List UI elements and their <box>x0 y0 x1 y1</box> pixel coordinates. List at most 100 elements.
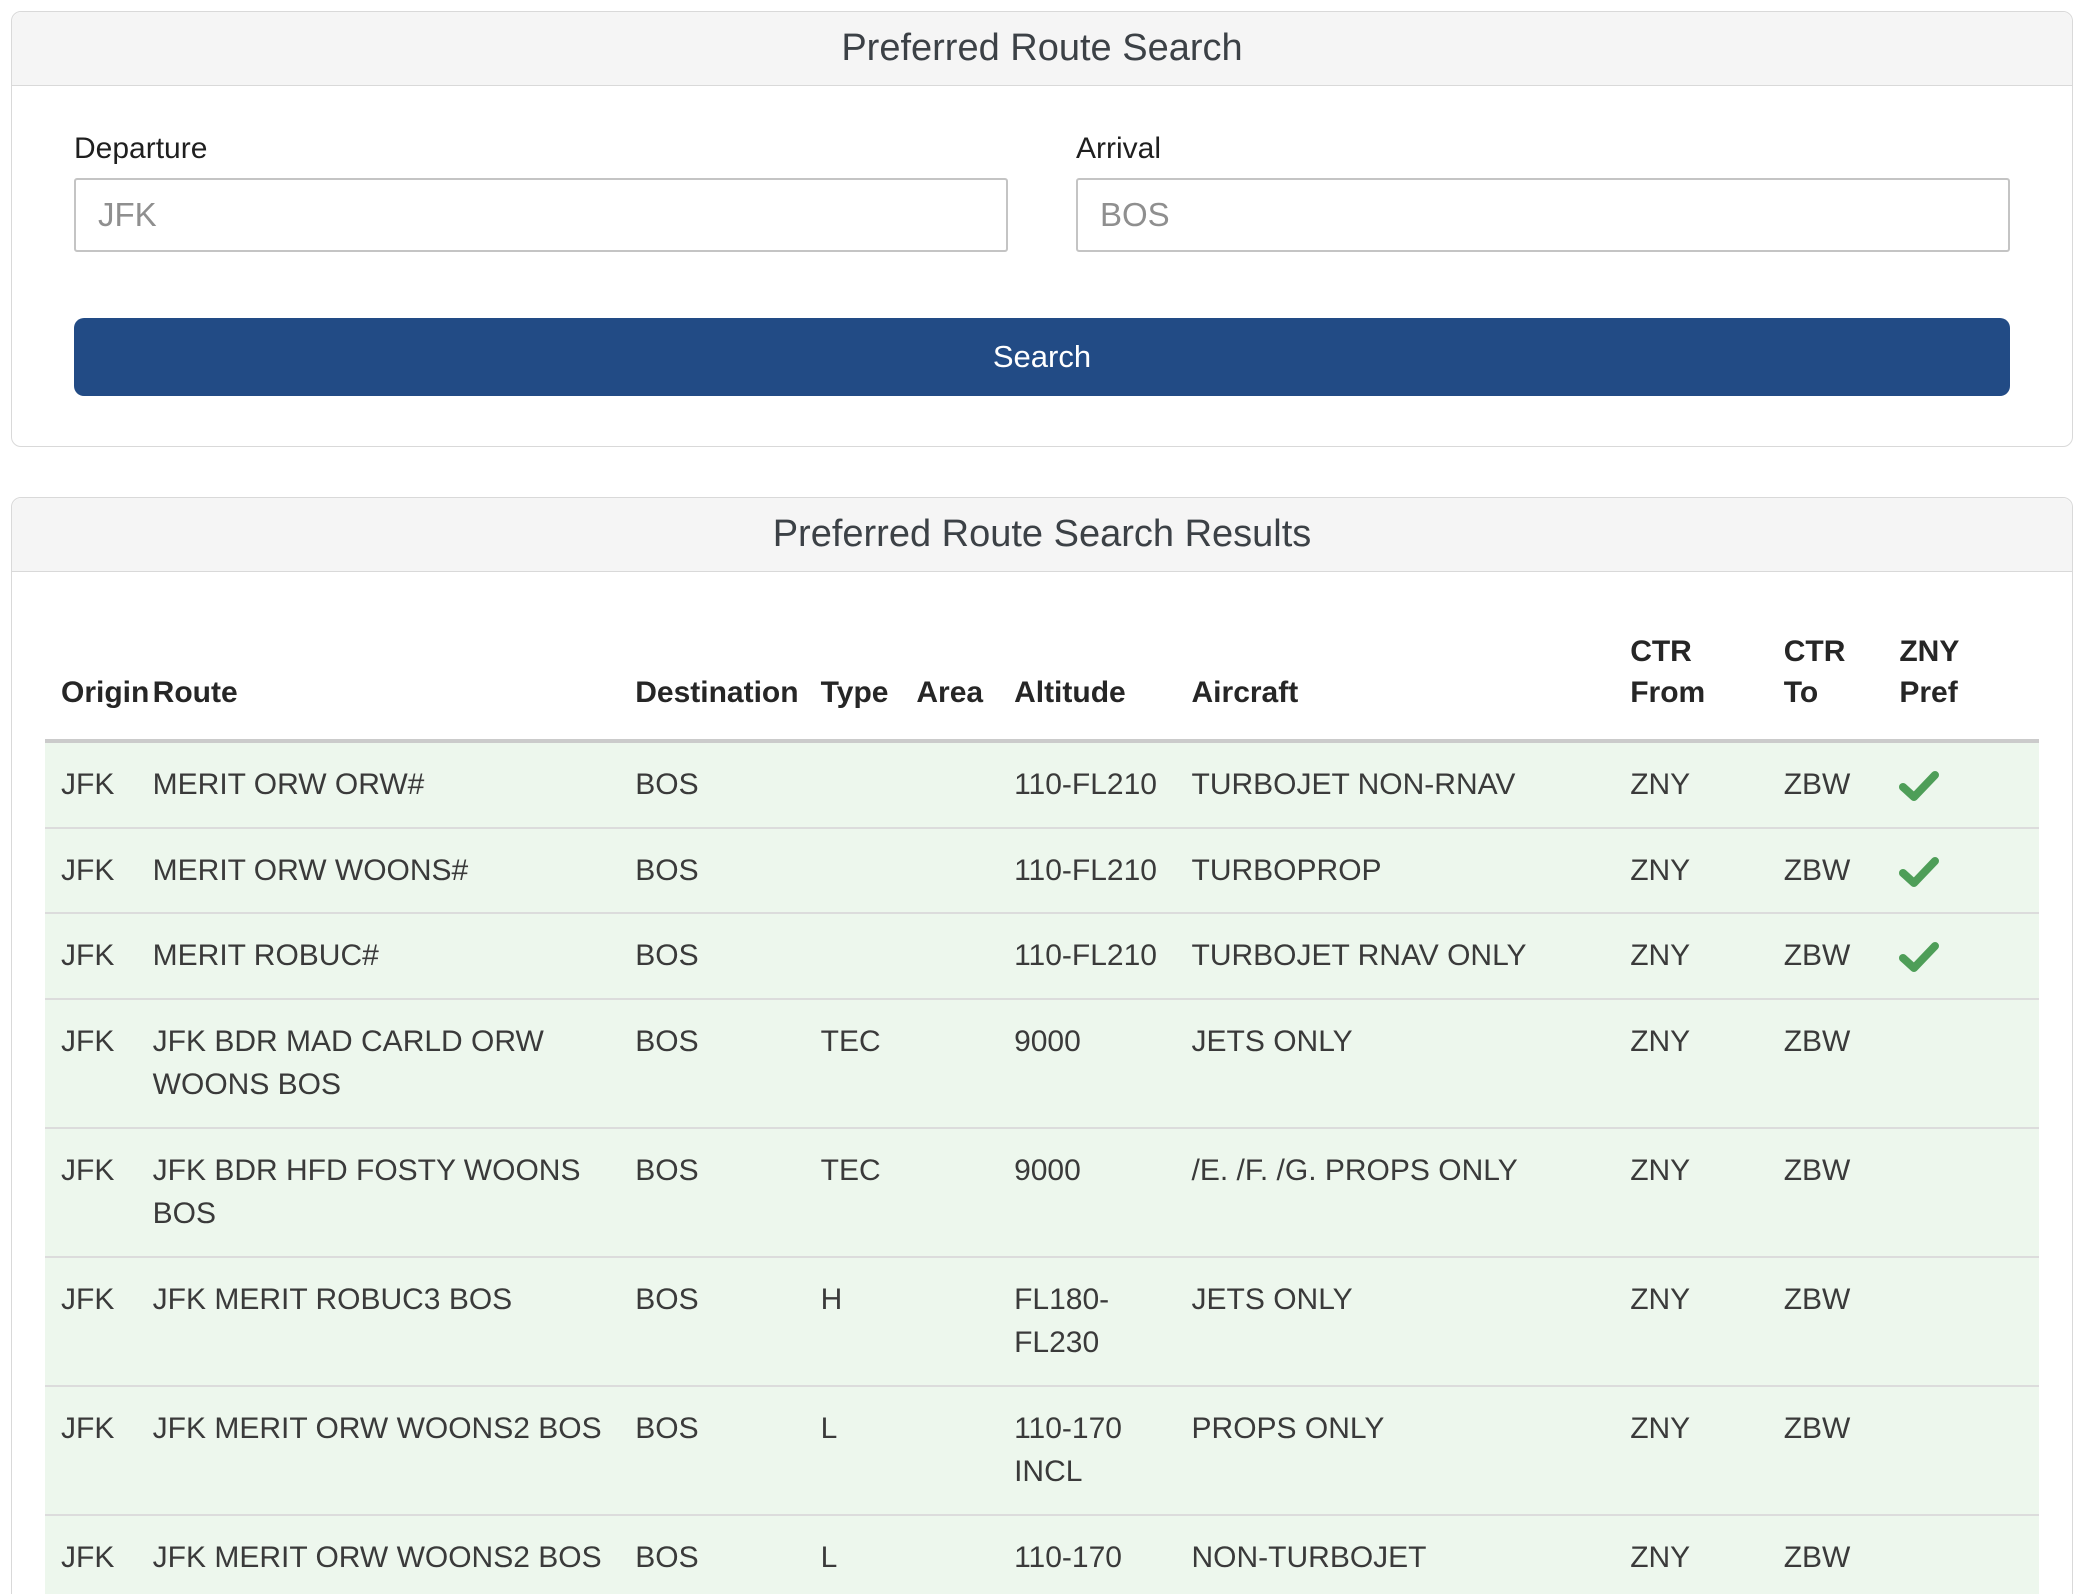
table-row: JFKJFK MERIT ORW WOONS2 BOSBOSL 110-170NO… <box>45 1515 2039 1594</box>
table-row: JFKMERIT ORW ORW#BOS 110-FL210TURBOJET NO… <box>45 741 2039 828</box>
cell-altitude: 110-170 INCL <box>1014 1386 1191 1515</box>
header-row: OriginRouteDestinationTypeAreaAltitudeAi… <box>45 582 2039 741</box>
cell-zny-pref <box>1899 828 2039 914</box>
cell-aircraft: TURBOPROP <box>1192 828 1631 914</box>
cell-ctr-to: ZBW <box>1784 741 1900 828</box>
cell-altitude: 110-FL210 <box>1014 828 1191 914</box>
search-panel: Preferred Route Search Departure Arrival… <box>11 11 2073 447</box>
table-row: JFKJFK BDR HFD FOSTY WOONS BOSBOSTEC9000… <box>45 1128 2039 1257</box>
cell-altitude: 110-FL210 <box>1014 741 1191 828</box>
cell-ctr-from: ZNY <box>1630 1386 1784 1515</box>
cell-ctr-to: ZBW <box>1784 1257 1900 1386</box>
cell-destination: BOS <box>635 828 820 914</box>
cell-origin: JFK <box>45 1515 153 1594</box>
cell-origin: JFK <box>45 913 153 999</box>
cell-destination: BOS <box>635 999 820 1128</box>
cell-altitude: FL180-FL230 <box>1014 1257 1191 1386</box>
cell-route: MERIT ORW WOONS# <box>153 828 636 914</box>
results-panel-title: Preferred Route Search Results <box>12 498 2072 572</box>
cell-zny-pref <box>1899 913 2039 999</box>
cell-ctr-to: ZBW <box>1784 1386 1900 1515</box>
search-form: Departure Arrival Search <box>12 86 2072 446</box>
departure-input[interactable] <box>74 178 1008 252</box>
cell-zny-pref <box>1899 999 2039 1128</box>
table-row: JFKJFK MERIT ORW WOONS2 BOSBOSL110-170 I… <box>45 1386 2039 1515</box>
cell-type: L <box>821 1515 917 1594</box>
cell-type <box>821 741 917 828</box>
cell-ctr-to: ZBW <box>1784 1515 1900 1594</box>
cell-area <box>916 741 1014 828</box>
cell-type: H <box>821 1257 917 1386</box>
arrival-field-group: Arrival <box>1076 132 2010 252</box>
cell-ctr-to: ZBW <box>1784 828 1900 914</box>
cell-destination: BOS <box>635 1257 820 1386</box>
results-panel: Preferred Route Search Results OriginRou… <box>11 497 2073 1594</box>
cell-destination: BOS <box>635 1128 820 1257</box>
cell-destination: BOS <box>635 1386 820 1515</box>
cell-ctr-from: ZNY <box>1630 828 1784 914</box>
cell-ctr-to: ZBW <box>1784 999 1900 1128</box>
check-icon <box>1899 941 1939 973</box>
results-table-body: JFKMERIT ORW ORW#BOS110-FL210TURBOJET NO… <box>45 741 2039 1594</box>
cell-altitude: 9000 <box>1014 999 1191 1128</box>
cell-aircraft: JETS ONLY <box>1192 999 1631 1128</box>
cell-altitude: 9000 <box>1014 1128 1191 1257</box>
cell-aircraft: TURBOJET NON-RNAV <box>1192 741 1631 828</box>
cell-area <box>916 999 1014 1128</box>
cell-route: MERIT ROBUC# <box>153 913 636 999</box>
cell-type: TEC <box>821 999 917 1128</box>
column-header-ctr-from: CTR From <box>1630 582 1784 741</box>
arrival-label: Arrival <box>1076 132 2010 166</box>
cell-zny-pref <box>1899 741 2039 828</box>
cell-aircraft: /E. /F. /G. PROPS ONLY <box>1192 1128 1631 1257</box>
cell-route: JFK BDR HFD FOSTY WOONS BOS <box>153 1128 636 1257</box>
cell-origin: JFK <box>45 828 153 914</box>
check-icon <box>1899 770 1939 802</box>
cell-altitude: 110-170 <box>1014 1515 1191 1594</box>
cell-origin: JFK <box>45 1128 153 1257</box>
column-header-destination: Destination <box>635 582 820 741</box>
cell-area <box>916 1128 1014 1257</box>
search-button[interactable]: Search <box>74 318 2010 396</box>
cell-destination: BOS <box>635 1515 820 1594</box>
cell-ctr-from: ZNY <box>1630 1515 1784 1594</box>
cell-aircraft: PROPS ONLY <box>1192 1386 1631 1515</box>
search-panel-title: Preferred Route Search <box>12 12 2072 86</box>
column-header-route: Route <box>153 582 636 741</box>
results-table: OriginRouteDestinationTypeAreaAltitudeAi… <box>45 582 2039 1594</box>
cell-destination: BOS <box>635 913 820 999</box>
cell-ctr-from: ZNY <box>1630 1128 1784 1257</box>
column-header-zny-pref: ZNY Pref <box>1899 582 2039 741</box>
arrival-input[interactable] <box>1076 178 2010 252</box>
cell-route: JFK MERIT ORW WOONS2 BOS <box>153 1515 636 1594</box>
cell-destination: BOS <box>635 741 820 828</box>
cell-area <box>916 1386 1014 1515</box>
cell-altitude: 110-FL210 <box>1014 913 1191 999</box>
cell-ctr-from: ZNY <box>1630 1257 1784 1386</box>
cell-zny-pref <box>1899 1128 2039 1257</box>
cell-area <box>916 828 1014 914</box>
cell-origin: JFK <box>45 1386 153 1515</box>
cell-origin: JFK <box>45 1257 153 1386</box>
cell-type <box>821 828 917 914</box>
cell-area <box>916 1257 1014 1386</box>
cell-zny-pref <box>1899 1515 2039 1594</box>
cell-aircraft: NON-TURBOJET <box>1192 1515 1631 1594</box>
cell-zny-pref <box>1899 1386 2039 1515</box>
results-table-container: OriginRouteDestinationTypeAreaAltitudeAi… <box>12 572 2072 1594</box>
cell-origin: JFK <box>45 741 153 828</box>
cell-area <box>916 1515 1014 1594</box>
cell-ctr-to: ZBW <box>1784 913 1900 999</box>
table-row: JFKMERIT ROBUC#BOS110-FL210TURBOJET RNAV… <box>45 913 2039 999</box>
table-row: JFKJFK MERIT ROBUC3 BOSBOSHFL180-FL230JE… <box>45 1257 2039 1386</box>
column-header-altitude: Altitude <box>1014 582 1191 741</box>
cell-ctr-from: ZNY <box>1630 913 1784 999</box>
departure-label: Departure <box>74 132 1008 166</box>
table-row: JFKJFK BDR MAD CARLD ORW WOONS BOSBOSTEC… <box>45 999 2039 1128</box>
cell-origin: JFK <box>45 999 153 1128</box>
cell-route: JFK MERIT ROBUC3 BOS <box>153 1257 636 1386</box>
cell-type <box>821 913 917 999</box>
cell-route: MERIT ORW ORW# <box>153 741 636 828</box>
cell-route: JFK MERIT ORW WOONS2 BOS <box>153 1386 636 1515</box>
cell-route: JFK BDR MAD CARLD ORW WOONS BOS <box>153 999 636 1128</box>
